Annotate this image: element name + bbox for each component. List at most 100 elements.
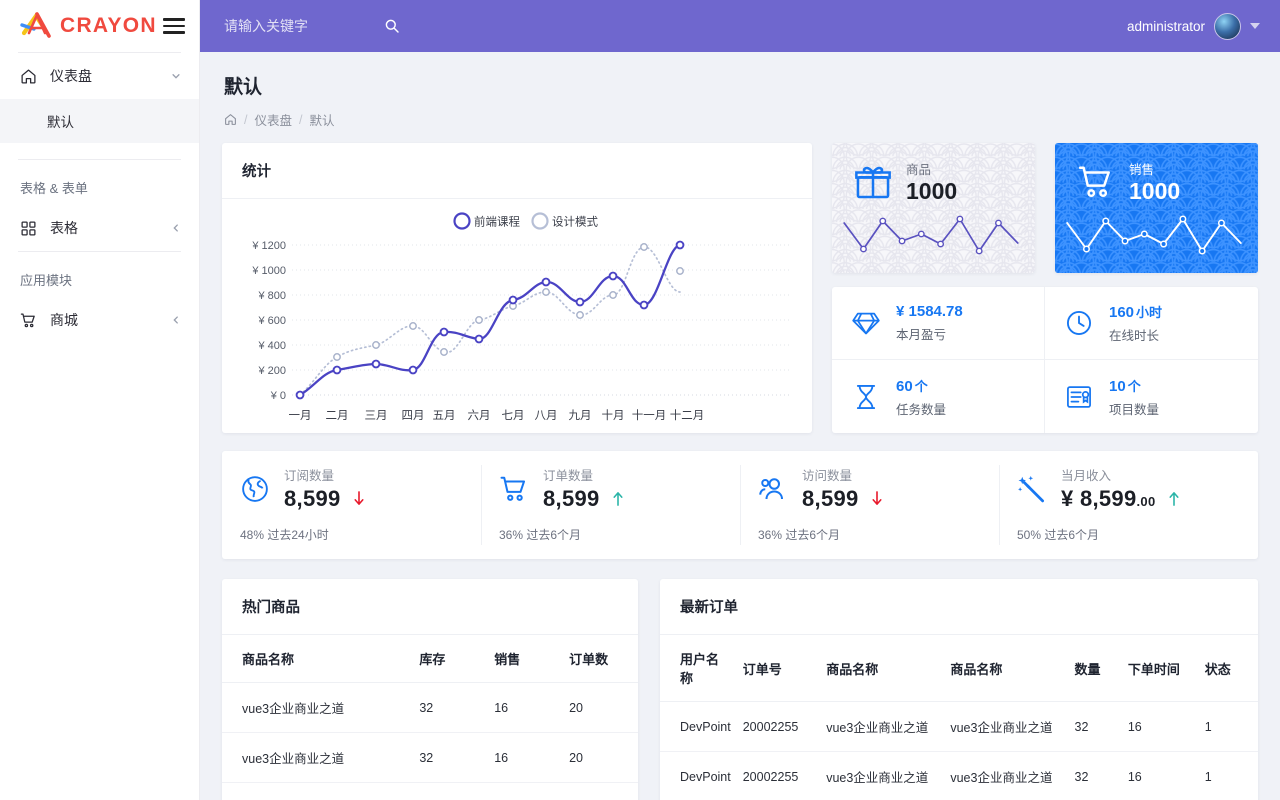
chart-card-title: 统计 [222,143,812,199]
chart-legend: 前端课程 设计模式 [453,212,598,230]
sidebar-item-dashboard[interactable]: 仪表盘 [0,53,199,99]
breadcrumb-item-default[interactable]: 默认 [309,110,334,129]
caret-down-icon[interactable] [1250,23,1260,29]
latest-orders-title: 最新订单 [660,579,1258,635]
x-tick: 四月 [402,410,425,422]
x-tick: 七月 [502,409,525,422]
y-tick: ¥ 600 [257,315,286,327]
mini-stat-number: 160 [1109,304,1135,321]
kpi-label: 当月收入 [1061,469,1112,483]
home-icon[interactable] [224,113,237,126]
brand-header: CRAYON [0,0,199,52]
chart-body: 前端课程 设计模式 ¥ 1200 ¥ 1000 ¥ 800 ¥ 600 ¥ 40… [222,199,812,441]
breadcrumb-sep: / [299,112,303,127]
x-tick: 十二月 [670,408,705,422]
x-tick: 五月 [433,410,456,422]
mini-stat-label: 本月盈亏 [896,328,947,342]
cell-product-name-2: vue3企业商业之道 [944,751,1069,800]
column-header[interactable]: 数量 [1068,635,1122,702]
mini-stat-profit[interactable]: ¥ 1584.78 本月盈亏 [832,287,1045,360]
mini-stat-unit: 个 [1127,378,1141,394]
mini-stat-tasks[interactable]: 60 个 任务数量 [832,360,1045,433]
kpi-value: ¥ 8,599.00 [1061,486,1156,512]
search-input[interactable] [224,18,374,34]
kpi-card-orders[interactable]: 订单数量 8,599 36% 过去6个月 [481,451,740,559]
search-icon[interactable] [384,18,400,34]
cell-product-name: vue3企业商业之道 [222,682,414,733]
kpi-label: 访问数量 [802,469,853,483]
promo-cards: 商品 1000 销售 1000 [832,143,1258,273]
table-row[interactable]: vue3企业商业之道 32 16 20 [222,732,638,783]
tables-row: 热门商品 商品名称 库存 销售 订单数 vue3企业商业之道 32 16 20 … [222,579,1258,800]
mini-stat-label: 在线时长 [1109,329,1160,343]
table-row[interactable]: vue3企业商业之道 32 16 20 [222,682,638,733]
x-tick: 八月 [535,410,558,422]
mini-stat-projects[interactable]: 10 个 项目数量 [1045,360,1258,433]
mini-stat-label: 任务数量 [896,402,947,417]
kpi-card-revenue[interactable]: 当月收入 ¥ 8,599.00 50% 过去6个月 [999,451,1258,559]
chart-series-frontend-course [298,243,682,397]
kpi-top: 订阅数量 8,599 [240,465,463,512]
kpi-number: 8,599 [284,486,341,511]
sidebar-item-label: 商城 [50,312,78,328]
main-area: administrator 默认 / 仪表盘 / 默认 [200,0,1280,800]
latest-orders-table: 用户名称 订单号 商品名称 商品名称 数量 下单时间 状态 DevPoint 2… [660,635,1258,800]
legend-label-series-0: 前端课程 [474,215,520,229]
cell-sales: 16 [488,732,564,783]
legend-label-series-1: 设计模式 [552,216,598,229]
table-header-row: 商品名称 库存 销售 订单数 [222,635,638,683]
column-header[interactable]: 用户名称 [660,635,737,702]
kpi-label: 订单数量 [543,469,594,483]
gift-icon [855,166,891,199]
column-header[interactable]: 商品名称 [222,635,414,683]
cell-stock: 32 [413,782,489,800]
mini-stat-online-time[interactable]: 160 小时 在线时长 [1045,287,1258,360]
sidebar-group-forms: 表格 & 表单 [20,181,88,196]
sidebar-item-label: 仪表盘 [50,68,92,84]
table-row[interactable]: DevPoint 20002255 vue3企业商业之道 vue3企业商业之道 … [660,751,1258,800]
promo-card-sales[interactable]: 销售 1000 [1055,143,1258,273]
cell-user-name: DevPoint [660,751,737,800]
mini-stat-value: 60 个 [896,376,946,395]
hamburger-icon[interactable] [163,18,185,34]
statistics-chart-card: 统计 前端课程 设计模式 ¥ 1200 ¥ 1000 ¥ 800 ¥ 600 ¥… [222,143,812,433]
page-title: 默认 [224,77,263,98]
user-menu[interactable]: administrator [1127,12,1260,40]
cell-product-name: vue3企业商业之道 [820,701,945,752]
column-header[interactable]: 下单时间 [1121,635,1199,702]
kpi-text: 当月收入 ¥ 8,599.00 [1061,465,1180,512]
kpi-value: 8,599 [284,486,341,512]
column-header[interactable]: 库存 [413,635,489,683]
column-header[interactable]: 销售 [488,635,564,683]
promo-card-products[interactable]: 商品 1000 [832,143,1035,273]
legend-marker-series-1 [531,212,549,230]
mini-stat-value: 10 个 [1109,376,1159,395]
sidebar-subitem-default[interactable]: 默认 [0,99,199,143]
home-icon [21,68,36,84]
promo-sparkline-sales [1066,215,1242,255]
kpi-row: 订阅数量 8,599 48% 过去24小时 订单数量 8,599 36% 过去6… [222,451,1258,559]
promo-header: 销售 1000 [1055,143,1258,204]
y-tick: ¥ 1000 [251,265,286,277]
trend-up-icon [1168,492,1179,506]
breadcrumb-item-dashboard[interactable]: 仪表盘 [254,110,292,129]
kpi-footer: 48% 过去24小时 [240,528,329,542]
table-body: vue3企业商业之道 32 16 20 vue3企业商业之道 32 16 20 [222,682,638,800]
sidebar-item-tables[interactable]: 表格 [0,205,199,251]
kpi-card-subscriptions[interactable]: 订阅数量 8,599 48% 过去24小时 [222,451,481,559]
column-header[interactable]: 商品名称 [944,635,1069,702]
cell-orders: 20 [563,682,638,733]
column-header[interactable]: 商品名称 [820,635,945,702]
column-header[interactable]: 订单号 [736,635,821,702]
table-row[interactable]: DevPoint 20002255 vue3企业商业之道 vue3企业商业之道 … [660,701,1258,752]
cell-orders: 20 [563,732,638,783]
mini-stat-text: 10 个 项目数量 [1109,376,1159,418]
statistics-line-chart[interactable]: 前端课程 设计模式 ¥ 1200 ¥ 1000 ¥ 800 ¥ 600 ¥ 40… [230,207,800,432]
kpi-cents: .00 [1136,494,1156,509]
column-header[interactable]: 订单数 [563,635,638,683]
mini-stat-number: 60 [896,377,913,395]
sidebar-item-shop[interactable]: 商城 [0,297,199,343]
table-row[interactable]: vue3企业商业之道 32 16 20 [222,782,638,800]
kpi-card-visits[interactable]: 访问数量 8,599 36% 过去6个月 [740,451,999,559]
column-header[interactable]: 状态 [1198,635,1258,702]
